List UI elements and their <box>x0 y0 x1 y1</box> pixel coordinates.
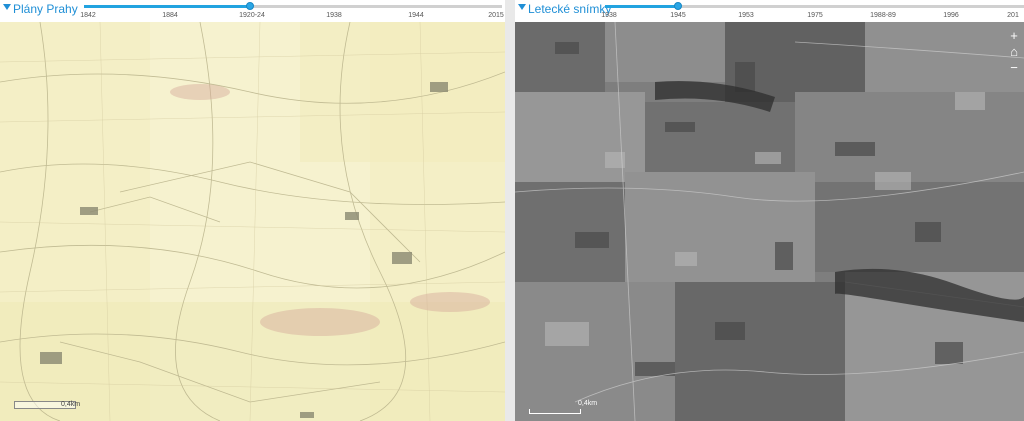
historic-maps-tick-labels: 1842 1884 1920-24 1938 1944 2015 <box>0 12 505 22</box>
tick-label[interactable]: 1938 <box>601 12 617 19</box>
tick-label[interactable]: 1884 <box>162 12 178 19</box>
historic-map-image <box>0 22 505 421</box>
tick-label[interactable]: 1944 <box>408 12 424 19</box>
slider-fill <box>84 5 250 8</box>
slider-handle[interactable] <box>246 2 254 10</box>
tick-label[interactable]: 1920-24 <box>239 12 265 19</box>
aerial-photos-header: Letecké snímky 1938 1945 1953 1975 1988-… <box>515 0 1024 22</box>
slider-fill <box>605 5 678 8</box>
historic-map-view[interactable]: 0,4km <box>0 22 505 421</box>
scale-bar-label: 0,4km <box>61 401 81 408</box>
tick-label[interactable]: 201 <box>1007 12 1019 19</box>
tick-label[interactable]: 1953 <box>738 12 754 19</box>
tick-label[interactable]: 1938 <box>326 12 342 19</box>
historic-maps-header: Plány Prahy 1842 1884 1920-24 1938 1944 … <box>0 0 505 22</box>
scale-bar: 0,4km <box>14 401 80 409</box>
tick-label[interactable]: 1975 <box>807 12 823 19</box>
aerial-photos-time-slider[interactable] <box>605 2 1024 10</box>
scale-bar-box: 0,4km <box>14 401 80 409</box>
collapse-triangle-icon[interactable] <box>518 4 526 10</box>
scale-bar-label: 0,4km <box>578 400 598 407</box>
slider-handle[interactable] <box>674 2 682 10</box>
home-icon[interactable]: ⌂ <box>1008 45 1020 58</box>
aerial-photos-pane: Letecké snímky 1938 1945 1953 1975 1988-… <box>515 0 1024 421</box>
tick-label[interactable]: 2015 <box>488 12 504 19</box>
map-zoom-controls: + ⌂ − <box>1008 29 1020 80</box>
historic-maps-time-slider[interactable] <box>84 2 502 10</box>
aerial-photos-tick-labels: 1938 1945 1953 1975 1988-89 1996 201 <box>515 12 1024 22</box>
tick-label[interactable]: 1842 <box>80 12 96 19</box>
zoom-in-icon[interactable]: + <box>1008 29 1020 42</box>
tick-label[interactable]: 1945 <box>670 12 686 19</box>
tick-label[interactable]: 1988-89 <box>870 12 896 19</box>
historic-maps-pane: Plány Prahy 1842 1884 1920-24 1938 1944 … <box>0 0 505 421</box>
aerial-photo-view[interactable]: + ⌂ − 0,4km <box>515 22 1024 421</box>
zoom-out-icon[interactable]: − <box>1008 61 1020 74</box>
collapse-triangle-icon[interactable] <box>3 4 11 10</box>
scale-bar-line: 0,4km <box>529 400 597 414</box>
tick-label[interactable]: 1996 <box>943 12 959 19</box>
aerial-photo-image <box>515 22 1024 421</box>
